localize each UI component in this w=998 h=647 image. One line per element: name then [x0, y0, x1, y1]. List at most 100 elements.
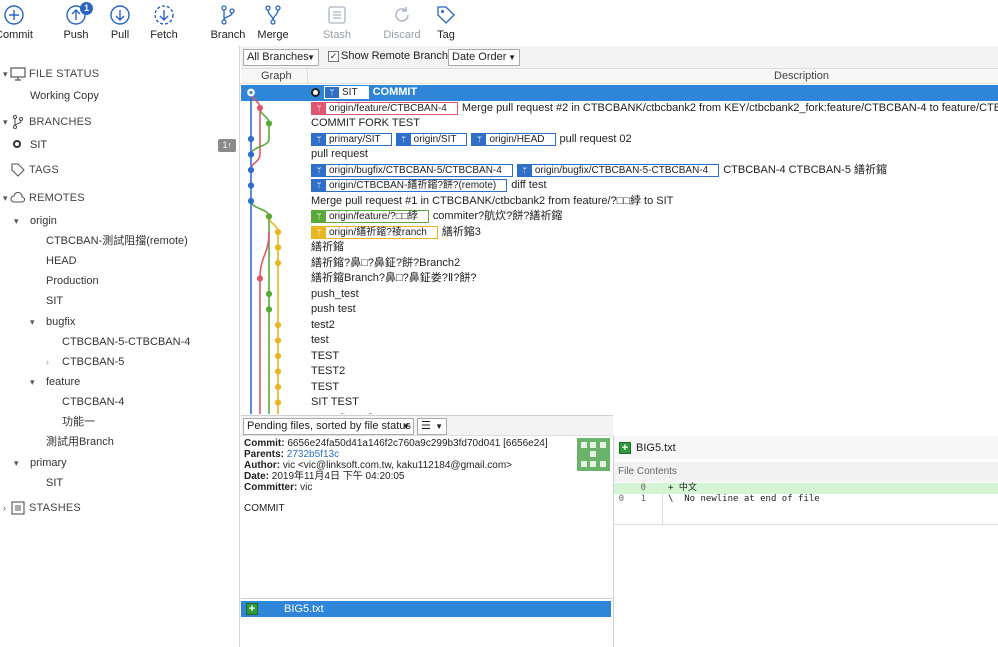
sidebar-item-remote-branch[interactable]: SIT	[46, 291, 63, 311]
commit-log[interactable]: ᛘ SIT COMMIT ᛘ origin/feature/CTBCBAN-4 Merge…	[241, 84, 998, 414]
commit-row[interactable]: TEST	[241, 380, 998, 396]
chevron-down-icon[interactable]: ▾	[14, 211, 24, 231]
merge-button[interactable]: Merge	[243, 4, 303, 41]
chevron-down-icon[interactable]: ▾	[30, 372, 40, 392]
commit-node[interactable]	[265, 120, 273, 127]
sidebar-item-primary[interactable]: ▾ primary	[14, 453, 67, 473]
commit-row[interactable]: ᛘ origin/bugfix/CTBCBAN-5/CTBCBAN-4 ᛘ origi…	[241, 163, 998, 179]
sidebar-item-remote-branch[interactable]: CTBCBAN-測試阻擋(remote)	[46, 231, 188, 251]
commit-row[interactable]: 繕祈鏥?鼻□?鼻鉦?餅?Branch2	[241, 256, 998, 272]
column-header-graph[interactable]: Graph	[261, 70, 292, 82]
commit-node[interactable]	[265, 213, 273, 220]
branch-label[interactable]: ᛘ origin/繕祈鏥?祾ranch	[311, 225, 438, 239]
file-sort-select[interactable]: Pending files, sorted by file status ▼	[243, 418, 414, 435]
commit-node[interactable]	[274, 383, 282, 391]
commit-row[interactable]: ᛘ origin/繕祈鏥?祾ranch 繕祈鏥3	[241, 225, 998, 241]
branches-section[interactable]: ▾ BRANCHES	[0, 111, 240, 133]
fetch-button[interactable]: Fetch	[134, 4, 194, 41]
commit-row[interactable]: SIT TEST	[241, 395, 998, 411]
commit-description: ᛘ origin/bugfix/CTBCBAN-5/CTBCBAN-4 ᛘ origi…	[311, 163, 887, 178]
parent-link[interactable]: 2732b5f13c	[287, 449, 339, 460]
branch-label[interactable]: ᛘ SIT	[324, 86, 369, 99]
commit-node[interactable]	[274, 244, 282, 251]
commit-node[interactable]	[256, 275, 264, 282]
branch-label[interactable]: ᛘ origin/bugfix/CTBCBAN-5/CTBCBAN-4	[311, 163, 513, 177]
sidebar-item-sit[interactable]: SIT 1↑	[13, 135, 236, 155]
column-header-description[interactable]: Description	[774, 70, 829, 82]
commit-node[interactable]	[274, 337, 282, 344]
sidebar-item-remote-branch[interactable]: HEAD	[46, 251, 77, 271]
commit-node[interactable]	[247, 197, 255, 205]
commit-row[interactable]: Merge pull request #1 in CTBCBANK/ctbcba…	[241, 194, 998, 210]
chevron-down-icon[interactable]: ▾	[30, 312, 40, 332]
sidebar-item-working-copy[interactable]: Working Copy	[30, 86, 99, 106]
commit-node[interactable]	[274, 321, 282, 329]
commit-row[interactable]: pull request	[241, 147, 998, 163]
branch-filter-select[interactable]: All Branches ▼	[243, 49, 319, 66]
branch-label[interactable]: ᛘ origin/bugfix/CTBCBAN-5-CTBCBAN-4	[516, 163, 720, 177]
commit-node[interactable]	[274, 228, 282, 236]
sidebar-item-remote-branch[interactable]: 功能一	[62, 412, 95, 432]
commit-row[interactable]: ᛘ origin/feature/?□□綍 commiter?航炊?餅?繕祈鏥	[241, 209, 998, 225]
branch-label[interactable]: ᛘ origin/feature/CTBCBAN-4	[311, 101, 458, 115]
commit-node[interactable]	[247, 135, 255, 143]
commit-row[interactable]: ᛘ SIT COMMIT	[241, 85, 998, 101]
file-status-section[interactable]: ▾ FILE STATUS	[0, 63, 240, 85]
commit-row[interactable]: COMMIT FORK TEST	[241, 116, 998, 132]
branch-label[interactable]: ᛘ primary/SIT	[311, 132, 392, 146]
commit-node[interactable]	[265, 306, 273, 313]
view-mode-select[interactable]: ☰ ▼	[417, 418, 447, 435]
sidebar-item-remote-branch[interactable]: CTBCBAN-5-CTBCBAN-4	[62, 332, 190, 352]
sidebar-item-feature-folder[interactable]: ▾ feature	[30, 372, 80, 392]
tags-section[interactable]: TAGS	[0, 159, 240, 181]
sidebar-item-remote-branch-folder[interactable]: › CTBCBAN-5	[46, 352, 124, 372]
commit-node[interactable]	[256, 104, 264, 112]
chevron-down-icon[interactable]: ▾	[14, 453, 24, 473]
order-select[interactable]: Date Order ▼	[448, 49, 520, 66]
commit-node[interactable]	[274, 399, 282, 406]
sidebar-item-remote-branch[interactable]: Production	[46, 271, 99, 291]
file-row[interactable]: + BIG5.txt	[241, 601, 611, 617]
sidebar-item-remote-branch[interactable]: CTBCBAN-4	[62, 392, 124, 412]
current-branch-icon	[13, 140, 21, 148]
commit-node[interactable]	[247, 151, 255, 158]
sidebar-item-origin[interactable]: ▾ origin	[14, 211, 57, 231]
column-divider[interactable]	[307, 69, 308, 84]
commit-node[interactable]	[247, 166, 255, 174]
commit-row[interactable]: ᛘ primary/SIT ᛘ origin/SIT ᛘ origin/HEAD pull …	[241, 132, 998, 148]
commit-node[interactable]	[247, 182, 255, 189]
commit-node[interactable]	[274, 368, 282, 375]
commit-row[interactable]: test	[241, 333, 998, 349]
commit-row[interactable]: TEST2	[241, 364, 998, 380]
commit-message: 繕祈鏥?鼻□?鼻鉦?餅?Branch2	[311, 256, 461, 269]
commit-node[interactable]	[274, 352, 282, 360]
commit-row[interactable]: push test	[241, 302, 998, 318]
show-remote-branches-label: Show Remote Branches	[341, 50, 460, 62]
branch-label[interactable]: ᛘ origin/SIT	[395, 132, 468, 146]
branch-icon: ᛘ	[517, 164, 532, 176]
commit-row[interactable]: test2	[241, 318, 998, 334]
cloud-icon	[10, 191, 26, 203]
show-remote-branches-checkbox[interactable]: ✓	[328, 51, 339, 62]
commit-row[interactable]: 繕祈鏥Branch?鼻□?鼻鉦娄?Ⅱ?餅?	[241, 271, 998, 287]
branch-label[interactable]: ᛘ origin/feature/?□□綍	[311, 210, 429, 223]
stashes-section[interactable]: › STASHES	[0, 497, 240, 519]
branch-label[interactable]: ᛘ origin/CTBCBAN-繕祈鏥?餅?(remote)	[311, 179, 508, 192]
tag-button[interactable]: Tag	[416, 4, 476, 41]
sidebar-item-bugfix-folder[interactable]: ▾ bugfix	[30, 312, 75, 332]
sidebar-item-remote-branch[interactable]: 測試用Branch	[46, 432, 114, 452]
commit-row[interactable]: push_test	[241, 287, 998, 303]
commit-button[interactable]: Commit	[0, 4, 44, 41]
branch-label[interactable]: ᛘ origin/HEAD	[471, 132, 556, 146]
commit-row[interactable]: commit test2	[241, 411, 998, 415]
commit-row[interactable]: TEST	[241, 349, 998, 365]
commit-node[interactable]	[265, 290, 273, 298]
commit-row[interactable]: ᛘ origin/CTBCBAN-繕祈鏥?餅?(remote) diff test	[241, 178, 998, 194]
remotes-section[interactable]: ▾ REMOTES	[0, 187, 240, 209]
commit-node[interactable]	[274, 259, 282, 267]
commit-row[interactable]: 繕祈鏥	[241, 240, 998, 256]
stash-button[interactable]: Stash	[307, 4, 367, 41]
chevron-right-icon[interactable]: ›	[46, 352, 56, 372]
commit-row[interactable]: ᛘ origin/feature/CTBCBAN-4 Merge pull requ…	[241, 101, 998, 117]
sidebar-item-remote-branch[interactable]: SIT	[46, 473, 63, 493]
